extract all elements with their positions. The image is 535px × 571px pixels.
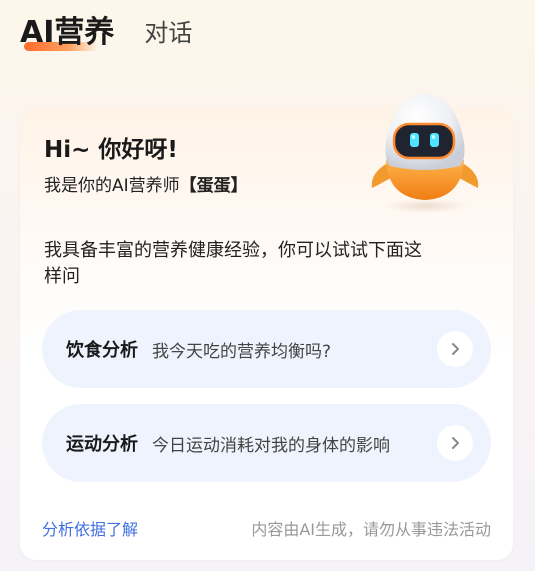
intro-text: 我具备丰富的营养健康经验，你可以试试下面这样问 bbox=[44, 240, 422, 287]
egg-robot-mascot-icon bbox=[371, 94, 479, 213]
suggestion-diet-analysis[interactable]: 饮食分析 我今天吃的营养均衡吗? bbox=[42, 310, 491, 388]
greeting-title: Hi~ 你好呀! bbox=[44, 137, 178, 163]
assistant-name: 【蛋蛋】 bbox=[179, 176, 248, 196]
suggestion-exercise-analysis[interactable]: 运动分析 今日运动消耗对我的身体的影响 bbox=[42, 404, 491, 482]
tab-ai-nutrition[interactable]: AI营养 bbox=[20, 14, 114, 52]
ai-disclaimer: 内容由AI生成，请勿从事违法活动 bbox=[251, 520, 491, 539]
chevron-right-icon[interactable] bbox=[437, 425, 473, 461]
analysis-basis-link[interactable]: 分析依据了解 bbox=[42, 516, 138, 540]
suggestion-question: 我今天吃的营养均衡吗? bbox=[152, 341, 332, 362]
top-tabs: AI营养 对话 bbox=[20, 10, 192, 52]
suggestion-label: 运动分析 bbox=[66, 434, 138, 455]
chevron-right-icon[interactable] bbox=[437, 331, 473, 367]
greeting-subtitle: 我是你的AI营养师【蛋蛋】 bbox=[44, 171, 248, 196]
tab-chat[interactable]: 对话 bbox=[144, 14, 192, 52]
suggestion-label: 饮食分析 bbox=[66, 340, 138, 361]
nutritionist-card: Hi~ 你好呀! 我是你的AI营养师【蛋蛋】 我具备丰富的营养健康经验，你可以试… bbox=[20, 94, 513, 560]
greeting-subtitle-text: 我是你的AI营养师 bbox=[44, 176, 180, 196]
tab-ai-nutrition-label: AI营养 bbox=[20, 15, 115, 50]
suggestion-question: 今日运动消耗对我的身体的影响 bbox=[152, 435, 390, 456]
